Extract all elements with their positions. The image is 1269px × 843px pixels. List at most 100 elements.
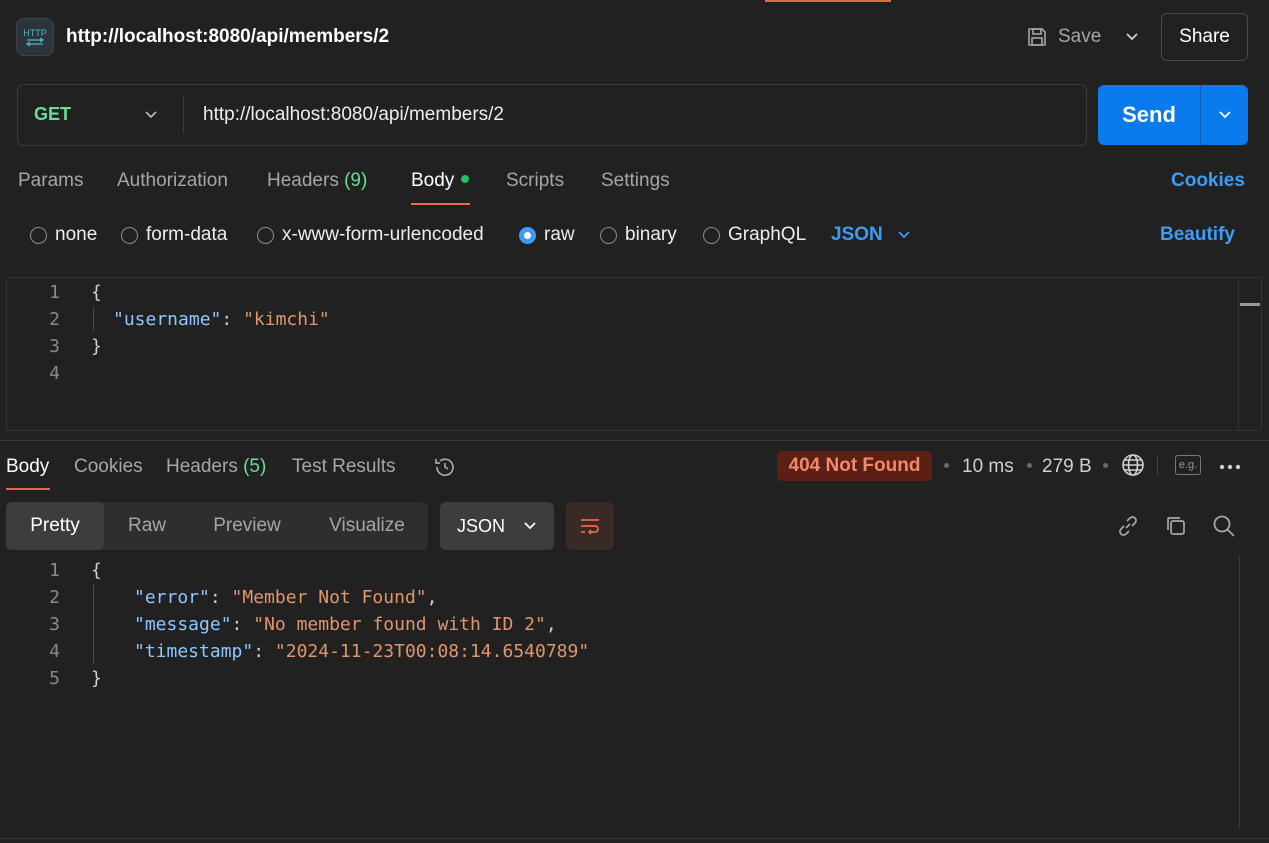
chevron-down-icon bbox=[898, 231, 910, 239]
response-tab-cookies[interactable]: Cookies bbox=[74, 456, 143, 478]
url-bar bbox=[17, 84, 1087, 146]
link-icon[interactable] bbox=[1115, 513, 1141, 539]
response-tab-headers[interactable]: Headers (5) bbox=[166, 456, 266, 478]
line-number: 4 bbox=[49, 363, 60, 384]
cookies-link[interactable]: Cookies bbox=[1171, 170, 1245, 192]
separator-dot bbox=[1027, 463, 1032, 468]
tab-params[interactable]: Params bbox=[18, 170, 83, 192]
json-key: "error" bbox=[134, 587, 210, 608]
globe-icon[interactable] bbox=[1121, 453, 1145, 477]
code-line: "error": "Member Not Found", bbox=[134, 587, 437, 608]
json-value: "kimchi" bbox=[243, 309, 330, 330]
url-divider bbox=[183, 97, 184, 133]
body-modified-dot bbox=[461, 175, 470, 183]
scrollbar-thumb[interactable] bbox=[1240, 303, 1260, 306]
request-body-editor[interactable] bbox=[6, 277, 1262, 431]
json-punct: , bbox=[426, 587, 438, 608]
view-preview[interactable]: Preview bbox=[190, 502, 304, 550]
share-button[interactable]: Share bbox=[1161, 13, 1248, 61]
radio-icon bbox=[257, 226, 274, 244]
send-options-chevron-down-icon[interactable] bbox=[1200, 85, 1248, 145]
request-editor-scrollbar[interactable] bbox=[1238, 278, 1261, 430]
indent-guide bbox=[93, 585, 94, 663]
response-tab-test-results[interactable]: Test Results bbox=[292, 456, 395, 478]
status-bar-border bbox=[0, 838, 1269, 839]
tab-label: Params bbox=[18, 170, 84, 191]
line-number: 2 bbox=[49, 309, 60, 330]
radio-icon bbox=[121, 226, 138, 244]
separator-dot bbox=[944, 463, 949, 468]
search-icon[interactable] bbox=[1211, 513, 1237, 539]
save-example-icon[interactable]: e.g. bbox=[1175, 455, 1201, 475]
send-button[interactable]: Send bbox=[1098, 85, 1200, 145]
radio-label: none bbox=[55, 224, 98, 245]
code-line: } bbox=[91, 336, 102, 357]
radio-label: binary bbox=[625, 224, 677, 245]
save-icon bbox=[1028, 28, 1046, 46]
json-value: "Member Not Found" bbox=[231, 587, 427, 608]
json-key: "timestamp" bbox=[134, 641, 254, 662]
radio-label: x-www-form-urlencoded bbox=[282, 224, 484, 245]
copy-icon[interactable] bbox=[1163, 513, 1189, 539]
radio-label: GraphQL bbox=[728, 224, 807, 245]
code-line: { bbox=[91, 560, 102, 581]
history-icon[interactable] bbox=[432, 454, 458, 480]
radio-icon bbox=[30, 226, 47, 244]
beautify-button[interactable]: Beautify bbox=[1160, 224, 1235, 246]
response-size[interactable]: 279 B bbox=[1042, 456, 1092, 478]
indent-guide bbox=[93, 307, 94, 331]
response-tab-body[interactable]: Body bbox=[6, 456, 49, 478]
code-line: } bbox=[91, 668, 102, 689]
code-line: "username": "kimchi" bbox=[113, 309, 330, 330]
toolbar-separator bbox=[1157, 455, 1158, 475]
format-label: JSON bbox=[456, 515, 505, 536]
view-pretty[interactable]: Pretty bbox=[6, 502, 104, 550]
tab-body[interactable]: Body bbox=[411, 170, 470, 192]
line-number: 3 bbox=[49, 614, 60, 635]
tab-active-underline bbox=[411, 203, 470, 205]
tab-authorization[interactable]: Authorization bbox=[117, 170, 228, 192]
radio-none[interactable]: none bbox=[30, 224, 97, 246]
line-number: 5 bbox=[49, 668, 60, 689]
tab-headers[interactable]: Headers (9) bbox=[267, 170, 367, 192]
body-language-select[interactable]: JSON bbox=[831, 224, 911, 246]
radio-form-data[interactable]: form-data bbox=[121, 224, 227, 246]
radio-binary[interactable]: binary bbox=[600, 224, 677, 246]
status-badge[interactable]: 404 Not Found bbox=[777, 451, 932, 481]
save-button[interactable]: Save bbox=[1026, 22, 1101, 52]
tab-label: Settings bbox=[601, 170, 670, 191]
radio-x-www-form-urlencoded[interactable]: x-www-form-urlencoded bbox=[257, 224, 484, 246]
line-number: 2 bbox=[49, 587, 60, 608]
pane-divider[interactable] bbox=[0, 440, 1269, 441]
save-options-chevron-down-icon[interactable] bbox=[1122, 26, 1142, 48]
tab-label: Authorization bbox=[117, 170, 228, 191]
radio-icon bbox=[600, 226, 617, 244]
method-chevron-down-icon[interactable] bbox=[142, 106, 160, 124]
headers-count: (5) bbox=[243, 456, 267, 477]
response-format-select[interactable]: JSON bbox=[440, 502, 554, 550]
wrap-icon[interactable] bbox=[566, 502, 614, 550]
code-line: "message": "No member found with ID 2", bbox=[134, 614, 557, 635]
view-raw[interactable]: Raw bbox=[108, 502, 186, 550]
tab-scripts[interactable]: Scripts bbox=[506, 170, 564, 192]
more-icon[interactable] bbox=[1218, 458, 1242, 472]
method-select[interactable]: GET bbox=[34, 104, 71, 125]
body-language-label: JSON bbox=[831, 224, 883, 245]
radio-graphql[interactable]: GraphQL bbox=[703, 224, 806, 246]
radio-raw[interactable]: raw bbox=[519, 224, 575, 246]
json-punct: : bbox=[253, 641, 275, 662]
request-title[interactable]: http://localhost:8080/api/members/2 bbox=[66, 26, 389, 48]
response-time[interactable]: 10 ms bbox=[962, 456, 1014, 478]
tab-label: Headers bbox=[166, 456, 238, 477]
tab-settings[interactable]: Settings bbox=[601, 170, 670, 192]
http-icon: HTTP bbox=[16, 18, 54, 56]
save-label: Save bbox=[1058, 26, 1102, 47]
json-punct: : bbox=[209, 587, 232, 608]
svg-text:HTTP: HTTP bbox=[23, 28, 47, 38]
active-tab-indicator bbox=[765, 0, 891, 2]
json-punct: , bbox=[545, 614, 557, 635]
radio-label: form-data bbox=[146, 224, 228, 245]
view-visualize[interactable]: Visualize bbox=[308, 502, 426, 550]
response-editor-scrollbar[interactable] bbox=[1239, 556, 1240, 828]
url-input[interactable]: http://localhost:8080/api/members/2 bbox=[203, 104, 504, 126]
